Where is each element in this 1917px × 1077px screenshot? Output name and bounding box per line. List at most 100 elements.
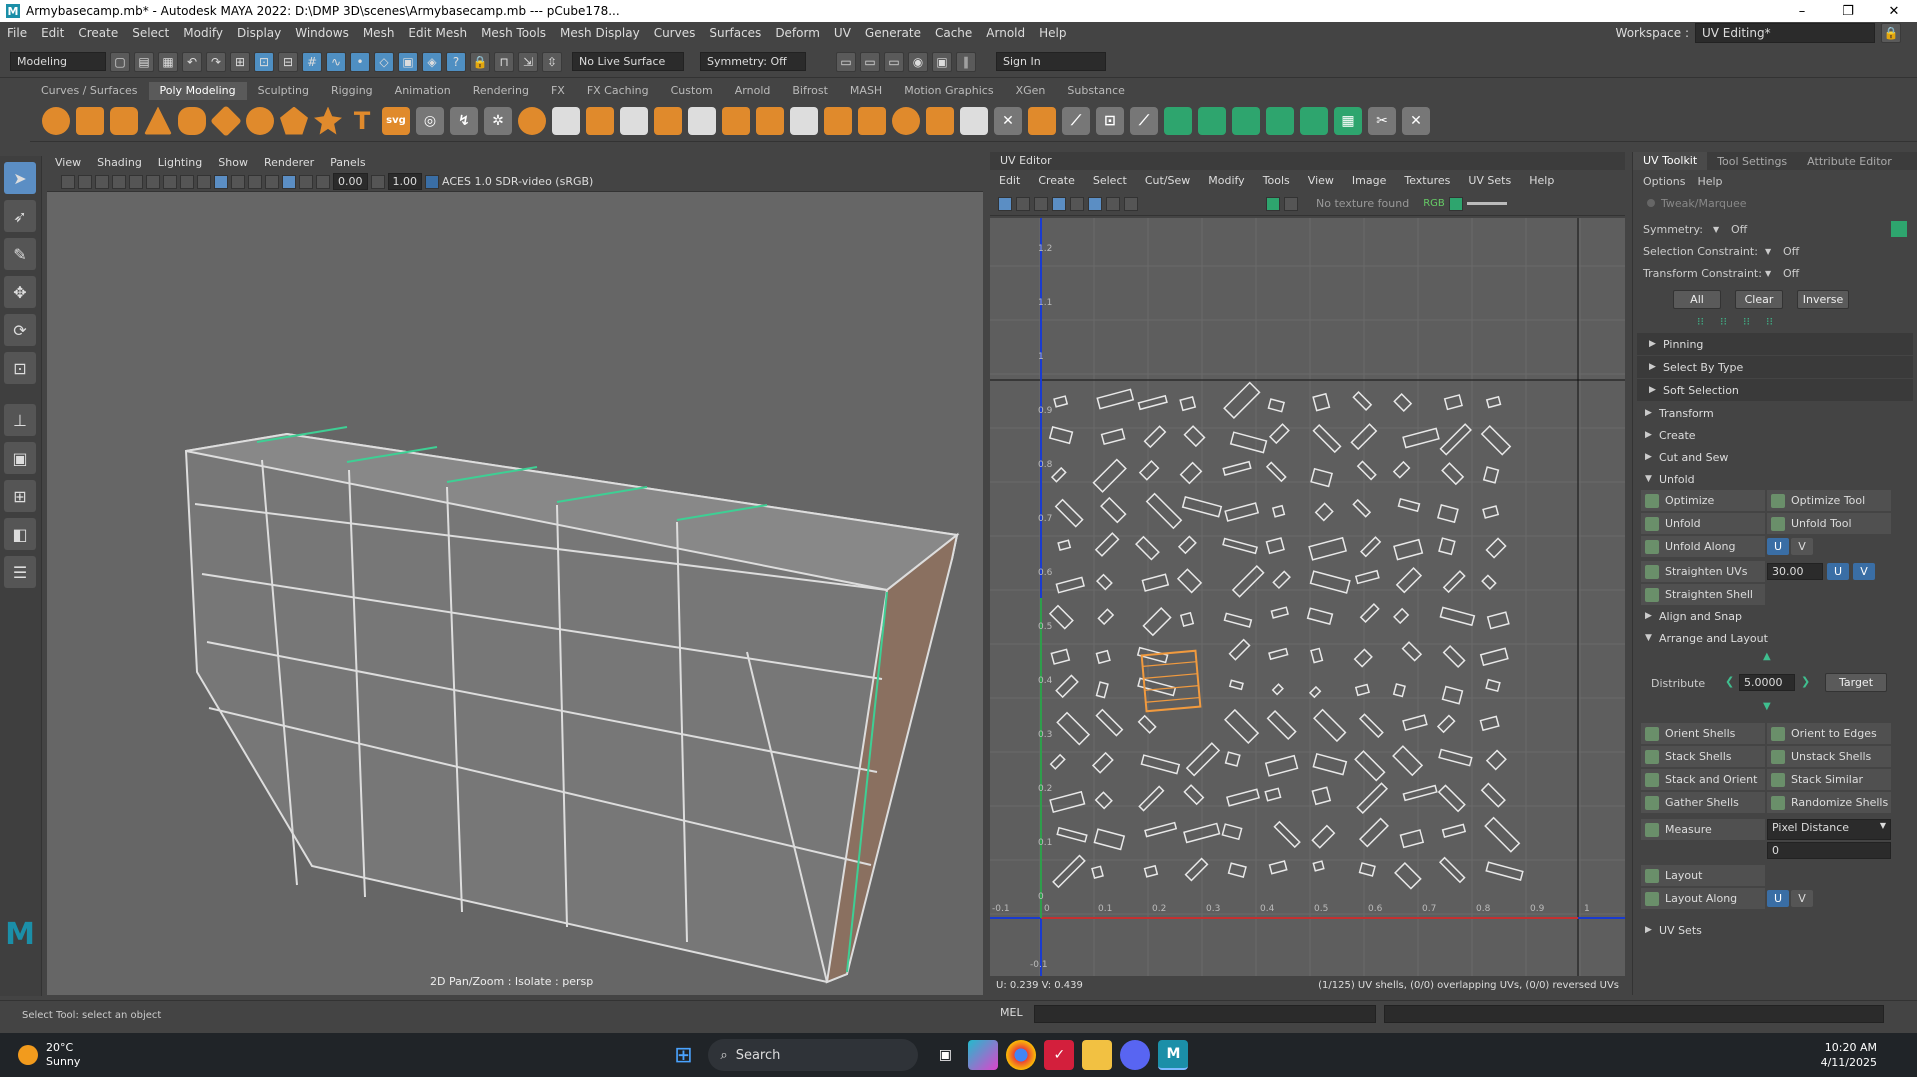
- isolate-icon[interactable]: [282, 174, 296, 189]
- wedge-icon[interactable]: [926, 106, 954, 135]
- uv-menu-view[interactable]: View: [1299, 174, 1343, 187]
- straighten-v-button[interactable]: V: [1853, 563, 1875, 580]
- uv-canvas[interactable]: 1.2 1.1 1 0.9 0.8 0.7 0.6 0.5 0.4 0.3 0.…: [990, 218, 1625, 976]
- straighten-u-button[interactable]: U: [1827, 563, 1849, 580]
- sign-in-dropdown[interactable]: Sign In: [996, 52, 1106, 71]
- uv-checker-icon[interactable]: ▦: [1334, 106, 1362, 135]
- fill-hole-icon[interactable]: [824, 106, 852, 135]
- film-gate-icon[interactable]: [146, 174, 160, 189]
- symmetry-dropdown[interactable]: Symmetry: Off: [700, 52, 806, 71]
- shelf-tab-animation[interactable]: Animation: [384, 82, 462, 100]
- undo-icon[interactable]: ↶: [182, 51, 202, 72]
- bookmark-icon[interactable]: [95, 174, 109, 189]
- mel-command-input[interactable]: [1034, 1005, 1376, 1023]
- snap-question-icon[interactable]: ?: [446, 51, 466, 72]
- shelf-tab-motion-graphics[interactable]: Motion Graphics: [893, 82, 1004, 100]
- section-soft-selection[interactable]: ▶ Soft Selection: [1637, 379, 1913, 401]
- soft-mod-icon[interactable]: ↯: [450, 106, 478, 135]
- input-ops-icon[interactable]: ⇲: [518, 51, 538, 72]
- menu-edit[interactable]: Edit: [34, 26, 71, 40]
- snap-surface-icon[interactable]: ▣: [398, 51, 418, 72]
- smooth-icon[interactable]: [620, 106, 648, 135]
- symmetry-value[interactable]: Off: [1731, 223, 1747, 236]
- perspective-viewport[interactable]: [47, 152, 983, 995]
- menu-display[interactable]: Display: [230, 26, 288, 40]
- poly-sphere-icon[interactable]: [42, 106, 70, 135]
- trans-constraint-arrow-icon[interactable]: ▼: [1765, 269, 1783, 278]
- clear-selection-button[interactable]: Clear: [1735, 289, 1783, 309]
- unfold-along-button[interactable]: Unfold Along: [1641, 536, 1765, 557]
- camera-icon[interactable]: [61, 174, 75, 189]
- boolean-icon[interactable]: [654, 106, 682, 135]
- lights-icon[interactable]: [248, 174, 262, 189]
- shelf-tab-poly-modeling[interactable]: Poly Modeling: [148, 82, 247, 100]
- shrink-selection-icon[interactable]: ⁝⁝: [1766, 315, 1773, 328]
- magnet-icon[interactable]: ⊓: [494, 51, 514, 72]
- shelf-tab-sculpting[interactable]: Sculpting: [247, 82, 320, 100]
- stack-shells-button[interactable]: Stack Shells: [1641, 746, 1765, 767]
- poly-torus-icon[interactable]: [178, 106, 206, 135]
- uv-planar-icon[interactable]: [1164, 106, 1192, 135]
- open-scene-icon[interactable]: ▤: [134, 51, 154, 72]
- straighten-uvs-button[interactable]: Straighten UVs: [1641, 561, 1765, 582]
- distribute-right-icon[interactable]: ❯: [1801, 675, 1810, 688]
- combine-icon[interactable]: [518, 106, 546, 135]
- section-cut-and-sew[interactable]: ▶ Cut and Sew: [1633, 446, 1917, 468]
- menu-deform[interactable]: Deform: [768, 26, 827, 40]
- unfold-button[interactable]: Unfold: [1641, 513, 1765, 534]
- distribute-field[interactable]: 5.0000: [1739, 674, 1795, 691]
- rgb-channel-icon[interactable]: RGB: [1423, 198, 1445, 209]
- measure-button[interactable]: Measure: [1641, 819, 1765, 840]
- single-layout-icon[interactable]: ▣: [4, 442, 36, 474]
- render-view-icon[interactable]: ▣: [932, 51, 952, 72]
- shelf-tab-custom[interactable]: Custom: [660, 82, 724, 100]
- menu-mesh[interactable]: Mesh: [356, 26, 402, 40]
- section-uv-sets[interactable]: ▶ UV Sets: [1633, 919, 1917, 941]
- shelf-tab-fx[interactable]: FX: [540, 82, 576, 100]
- four-layout-icon[interactable]: ⊞: [4, 480, 36, 512]
- sun-icon[interactable]: [18, 1045, 38, 1065]
- tab-uv-toolkit[interactable]: UV Toolkit: [1633, 152, 1708, 170]
- symmetry-grid-icon[interactable]: [1891, 221, 1907, 237]
- mode-dropdown[interactable]: Modeling: [10, 52, 106, 71]
- sculpt-icon[interactable]: ◎: [416, 106, 444, 135]
- exposure-field[interactable]: 0.00: [333, 173, 368, 190]
- menu-mesh-tools[interactable]: Mesh Tools: [474, 26, 553, 40]
- append-icon[interactable]: [858, 106, 886, 135]
- svg-tool-icon[interactable]: svg: [382, 106, 410, 135]
- vp-menu-panels[interactable]: Panels: [322, 156, 373, 169]
- snap-grid-icon[interactable]: #: [302, 51, 322, 72]
- tweak-radio-icon[interactable]: [1647, 199, 1655, 207]
- uv-menu-tools[interactable]: Tools: [1254, 174, 1299, 187]
- chrome-icon[interactable]: [1006, 1040, 1037, 1070]
- minimize-button[interactable]: –: [1779, 0, 1825, 22]
- vp-menu-shading[interactable]: Shading: [89, 156, 150, 169]
- shelf-tab-mash[interactable]: MASH: [839, 82, 893, 100]
- section-select-by-type[interactable]: ▶ Select By Type: [1637, 356, 1913, 378]
- snap-curve-icon[interactable]: ∿: [326, 51, 346, 72]
- workspace-dropdown[interactable]: UV Editing*: [1695, 23, 1875, 43]
- uv-distortion-icon[interactable]: [1070, 196, 1084, 211]
- select-tool-icon[interactable]: ➤: [4, 162, 36, 194]
- unfold-along-v-button[interactable]: V: [1791, 538, 1813, 555]
- uv-image-display-icon[interactable]: [1266, 196, 1280, 211]
- uv-menu-uv-sets[interactable]: UV Sets: [1459, 174, 1520, 187]
- menu-curves[interactable]: Curves: [647, 26, 703, 40]
- offset-loop-icon[interactable]: ⟋: [1130, 106, 1158, 135]
- target-weld-icon[interactable]: ✕: [994, 106, 1022, 135]
- uv-select-icon[interactable]: [998, 196, 1012, 211]
- layout-along-u-button[interactable]: U: [1767, 890, 1789, 907]
- collapse-icon[interactable]: [1028, 106, 1056, 135]
- lock-selection-icon[interactable]: 🔒: [470, 51, 490, 72]
- section-arrange-and-layout[interactable]: ▼ Arrange and Layout: [1633, 627, 1917, 649]
- selection-constraint-value[interactable]: Off: [1783, 245, 1799, 258]
- smooth-shade-icon[interactable]: [214, 174, 228, 189]
- shelf-tab-bifrost[interactable]: Bifrost: [781, 82, 839, 100]
- uv-dim-icon[interactable]: [1284, 196, 1298, 211]
- uv-checker-toggle-icon[interactable]: [1088, 196, 1102, 211]
- uv-menu-image[interactable]: Image: [1343, 174, 1395, 187]
- grid-icon[interactable]: [129, 174, 143, 189]
- poly-plane-icon[interactable]: [210, 104, 242, 137]
- snap-point-icon[interactable]: •: [350, 51, 370, 72]
- uv-menu-help[interactable]: Help: [1520, 174, 1563, 187]
